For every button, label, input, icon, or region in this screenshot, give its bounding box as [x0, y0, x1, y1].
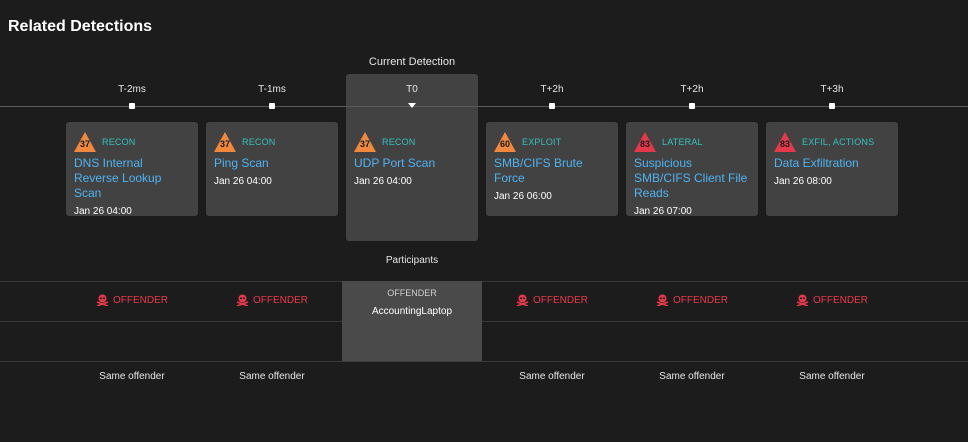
detection-time: Jan 26 04:00: [354, 176, 412, 187]
page-title: Related Detections: [8, 18, 153, 35]
same-offender-text: Same offender: [99, 371, 165, 382]
detection-card[interactable]: 37 RECON Ping Scan Jan 26 04:00: [206, 122, 338, 216]
divider: [0, 321, 968, 322]
participants-label: Participants: [385, 255, 439, 266]
same-offender-text: Same offender: [519, 371, 585, 382]
threat-score: 37: [359, 139, 370, 149]
offender-label: OFFENDER: [253, 294, 308, 306]
detection-title-link[interactable]: UDP Port Scan: [354, 156, 470, 171]
detection-title-link[interactable]: SMB/CIFS Brute Force: [494, 156, 610, 186]
detection-category: LATERAL: [662, 137, 703, 147]
timeline-tick-marker: [129, 103, 135, 109]
skull-crossbones-icon: [796, 294, 809, 306]
detection-time: Jan 26 08:00: [774, 176, 832, 187]
current-tick-caret-icon: [408, 103, 416, 108]
detection-card[interactable]: 60 EXPLOIT SMB/CIFS Brute Force Jan 26 0…: [486, 122, 618, 216]
current-detection-header: Current Detection: [368, 56, 456, 68]
threat-score: 37: [79, 139, 90, 149]
warning-triangle-icon: 83: [774, 132, 796, 152]
offender-badge[interactable]: OFFENDER: [626, 294, 758, 306]
detection-card[interactable]: 37 RECON DNS Internal Reverse Lookup Sca…: [66, 122, 198, 217]
detection-card[interactable]: 83 EXFIL, ACTIONS Data Exfiltration Jan …: [766, 122, 898, 216]
divider: [0, 361, 968, 362]
detection-title-link[interactable]: Data Exfiltration: [774, 156, 890, 171]
threat-score: 60: [499, 139, 510, 149]
skull-crossbones-icon: [96, 294, 109, 306]
offender-label: OFFENDER: [113, 294, 168, 306]
threat-score: 83: [639, 139, 650, 149]
skull-crossbones-icon: [236, 294, 249, 306]
detection-category: EXPLOIT: [522, 137, 562, 147]
timeline-tick-label: T0: [406, 84, 418, 95]
current-participant-cell[interactable]: OFFENDER AccountingLaptop: [342, 281, 482, 361]
detection-time: Jan 26 04:00: [214, 176, 272, 187]
detection-title-link[interactable]: DNS Internal Reverse Lookup Scan: [74, 156, 190, 201]
detection-category: RECON: [242, 137, 276, 147]
timeline-tick-marker: [829, 103, 835, 109]
timeline-tick-marker: [549, 103, 555, 109]
detection-time: Jan 26 07:00: [634, 206, 692, 217]
detection-title-link[interactable]: Ping Scan: [214, 156, 330, 171]
detection-card[interactable]: 83 LATERAL Suspicious SMB/CIFS Client Fi…: [626, 122, 758, 217]
warning-triangle-icon: 83: [634, 132, 656, 152]
detection-category: EXFIL, ACTIONS: [802, 137, 875, 147]
warning-triangle-icon: 37: [214, 132, 236, 152]
detection-time: Jan 26 06:00: [494, 191, 552, 202]
warning-triangle-icon: 37: [354, 132, 376, 152]
participant-role: OFFENDER: [387, 288, 437, 298]
detection-category: RECON: [102, 137, 136, 147]
timeline-tick-label: T+3h: [820, 84, 844, 95]
timeline-axis: [0, 106, 968, 107]
timeline-tick-marker: [269, 103, 275, 109]
detection-title-link[interactable]: Suspicious SMB/CIFS Client File Reads: [634, 156, 750, 201]
warning-triangle-icon: 37: [74, 132, 96, 152]
offender-badge[interactable]: OFFENDER: [486, 294, 618, 306]
threat-score: 83: [779, 139, 790, 149]
timeline-tick-label: T-2ms: [118, 84, 146, 95]
offender-label: OFFENDER: [813, 294, 868, 306]
skull-crossbones-icon: [516, 294, 529, 306]
skull-crossbones-icon: [656, 294, 669, 306]
detection-card-current[interactable]: 37 RECON UDP Port Scan Jan 26 04:00: [346, 122, 478, 216]
detection-time: Jan 26 04:00: [74, 206, 132, 217]
timeline-tick-label: T+2h: [540, 84, 564, 95]
divider: [0, 281, 968, 282]
threat-score: 37: [219, 139, 230, 149]
timeline-tick-label: T-1ms: [258, 84, 286, 95]
offender-badge[interactable]: OFFENDER: [206, 294, 338, 306]
timeline-tick-marker: [689, 103, 695, 109]
offender-badge[interactable]: OFFENDER: [766, 294, 898, 306]
timeline-tick-label: T+2h: [680, 84, 704, 95]
offender-badge[interactable]: OFFENDER: [66, 294, 198, 306]
same-offender-text: Same offender: [239, 371, 305, 382]
same-offender-text: Same offender: [799, 371, 865, 382]
detection-category: RECON: [382, 137, 416, 147]
offender-label: OFFENDER: [673, 294, 728, 306]
participant-name[interactable]: AccountingLaptop: [342, 306, 482, 317]
offender-label: OFFENDER: [533, 294, 588, 306]
warning-triangle-icon: 60: [494, 132, 516, 152]
same-offender-text: Same offender: [659, 371, 725, 382]
